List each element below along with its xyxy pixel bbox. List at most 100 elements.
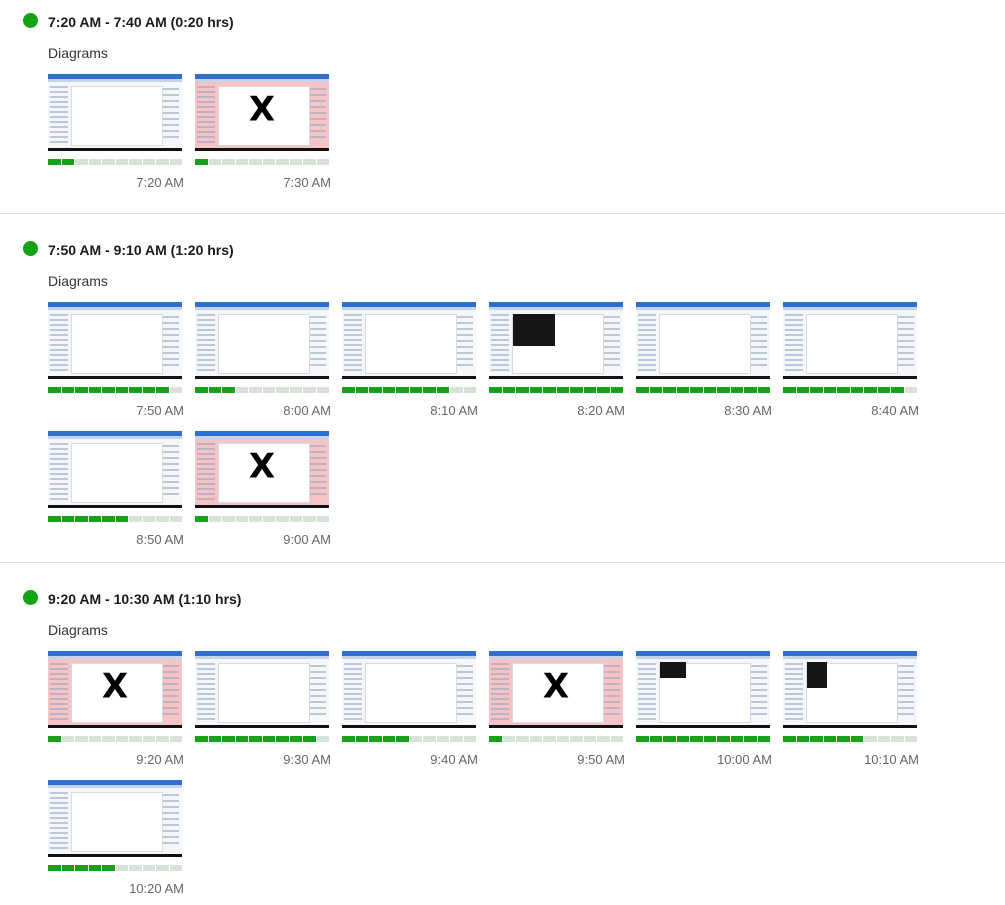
screenshot-tile[interactable]: 7:20 AM xyxy=(48,74,184,194)
thumbnail-toolbar xyxy=(783,307,917,310)
thumbnail-content-panel xyxy=(218,314,310,374)
activity-segment xyxy=(489,387,502,393)
screenshot-tile[interactable]: X 9:00 AM xyxy=(195,431,331,551)
screenshot-time: 10:10 AM xyxy=(864,752,919,767)
screenshot-thumbnail[interactable] xyxy=(195,302,329,379)
screenshot-thumbnail[interactable]: X xyxy=(195,74,329,151)
screenshot-thumbnail[interactable] xyxy=(489,302,623,379)
screenshot-time: 7:30 AM xyxy=(283,175,331,190)
activity-segment xyxy=(195,736,208,742)
screenshot-tile[interactable]: X 9:20 AM xyxy=(48,651,184,771)
screenshot-thumbnail[interactable] xyxy=(48,431,182,508)
activity-segment xyxy=(303,159,316,165)
screenshot-tile[interactable]: 10:10 AM xyxy=(783,651,919,771)
activity-segment xyxy=(129,159,142,165)
thumbnail-content-panel xyxy=(806,314,898,374)
activity-segment xyxy=(169,736,182,742)
online-status-dot xyxy=(23,13,38,28)
screenshot-tile[interactable]: 10:20 AM xyxy=(48,780,184,900)
activity-segment xyxy=(463,736,476,742)
activity-segment xyxy=(543,736,556,742)
activity-meter xyxy=(783,736,917,742)
activity-meter xyxy=(48,159,182,165)
screenshot-tile[interactable]: 8:00 AM xyxy=(195,302,331,422)
activity-segment xyxy=(810,736,823,742)
activity-segment xyxy=(570,736,583,742)
activity-segment xyxy=(649,736,662,742)
activity-segment xyxy=(75,387,88,393)
screenshot-tile[interactable]: 8:10 AM xyxy=(342,302,478,422)
activity-segment xyxy=(864,387,877,393)
screenshot-thumbnail[interactable] xyxy=(783,302,917,379)
activity-meter xyxy=(48,387,182,393)
screenshot-tile[interactable]: 9:30 AM xyxy=(195,651,331,771)
activity-segment xyxy=(208,736,221,742)
activity-segment xyxy=(102,865,115,871)
thumbnail-sidebar xyxy=(344,314,362,372)
thumbnail-toolbar xyxy=(489,656,623,659)
screenshot-thumbnail[interactable] xyxy=(48,302,182,379)
thumbnail-toolbar xyxy=(195,79,329,82)
screenshot-time: 9:50 AM xyxy=(577,752,625,767)
screenshot-tile[interactable]: 8:30 AM xyxy=(636,302,772,422)
screenshot-thumbnail[interactable] xyxy=(783,651,917,728)
activity-segment xyxy=(529,387,542,393)
activity-segment xyxy=(303,516,316,522)
activity-segment xyxy=(88,159,101,165)
activity-segment xyxy=(75,159,88,165)
screenshot-tile[interactable]: 8:20 AM xyxy=(489,302,625,422)
screenshot-thumbnail[interactable]: X xyxy=(48,651,182,728)
activity-meter xyxy=(783,387,917,393)
screenshot-thumbnail[interactable]: X xyxy=(195,431,329,508)
activity-segment xyxy=(303,387,316,393)
activity-meter xyxy=(636,387,770,393)
thumbnail-right-panel xyxy=(751,665,767,715)
activity-segment xyxy=(757,387,770,393)
activity-meter xyxy=(636,736,770,742)
screenshot-time: 8:50 AM xyxy=(136,532,184,547)
screenshot-thumbnail[interactable] xyxy=(636,651,770,728)
activity-segment xyxy=(195,387,208,393)
activity-segment xyxy=(303,736,316,742)
screenshot-time: 9:00 AM xyxy=(283,532,331,547)
activity-segment xyxy=(409,736,422,742)
thumbnail-sidebar xyxy=(638,663,656,721)
thumbnail-right-panel xyxy=(310,316,326,366)
screenshot-tile[interactable]: 7:50 AM xyxy=(48,302,184,422)
thumbnail-dark-window xyxy=(513,314,555,346)
thumbnail-right-panel xyxy=(898,316,914,366)
screenshot-tile[interactable]: X 7:30 AM xyxy=(195,74,331,194)
thumbnail-sidebar xyxy=(344,663,362,721)
screenshot-tile[interactable]: 9:40 AM xyxy=(342,651,478,771)
activity-segment xyxy=(48,159,61,165)
activity-meter xyxy=(48,865,182,871)
activity-segment xyxy=(757,736,770,742)
deleted-x-icon: X xyxy=(248,446,276,487)
activity-segment xyxy=(436,736,449,742)
screenshot-thumbnail[interactable] xyxy=(636,302,770,379)
screenshot-thumbnail[interactable]: X xyxy=(489,651,623,728)
activity-segment xyxy=(88,516,101,522)
screenshot-tile[interactable]: 8:40 AM xyxy=(783,302,919,422)
screenshot-thumbnail[interactable] xyxy=(195,651,329,728)
screenshot-tile[interactable]: 10:00 AM xyxy=(636,651,772,771)
screenshot-thumbnail[interactable] xyxy=(342,651,476,728)
thumbnail-toolbar xyxy=(195,307,329,310)
screenshot-thumbnail[interactable] xyxy=(48,74,182,151)
activity-segment xyxy=(249,736,262,742)
screenshot-thumbnail[interactable] xyxy=(48,780,182,857)
activity-segment xyxy=(676,387,689,393)
activity-segment xyxy=(342,387,355,393)
activity-segment xyxy=(142,159,155,165)
thumbnail-toolbar xyxy=(48,436,182,439)
screenshot-thumbnail[interactable] xyxy=(342,302,476,379)
session-duration-text: (1:10 hrs) xyxy=(178,591,242,607)
thumbnail-sidebar xyxy=(197,86,215,144)
screenshot-tile[interactable]: 8:50 AM xyxy=(48,431,184,551)
activity-segment xyxy=(529,736,542,742)
screenshot-tile[interactable]: X 9:50 AM xyxy=(489,651,625,771)
activity-segment xyxy=(783,736,796,742)
session-range-text: 9:20 AM - 10:30 AM xyxy=(48,591,175,607)
activity-meter xyxy=(195,516,329,522)
activity-segment xyxy=(249,387,262,393)
